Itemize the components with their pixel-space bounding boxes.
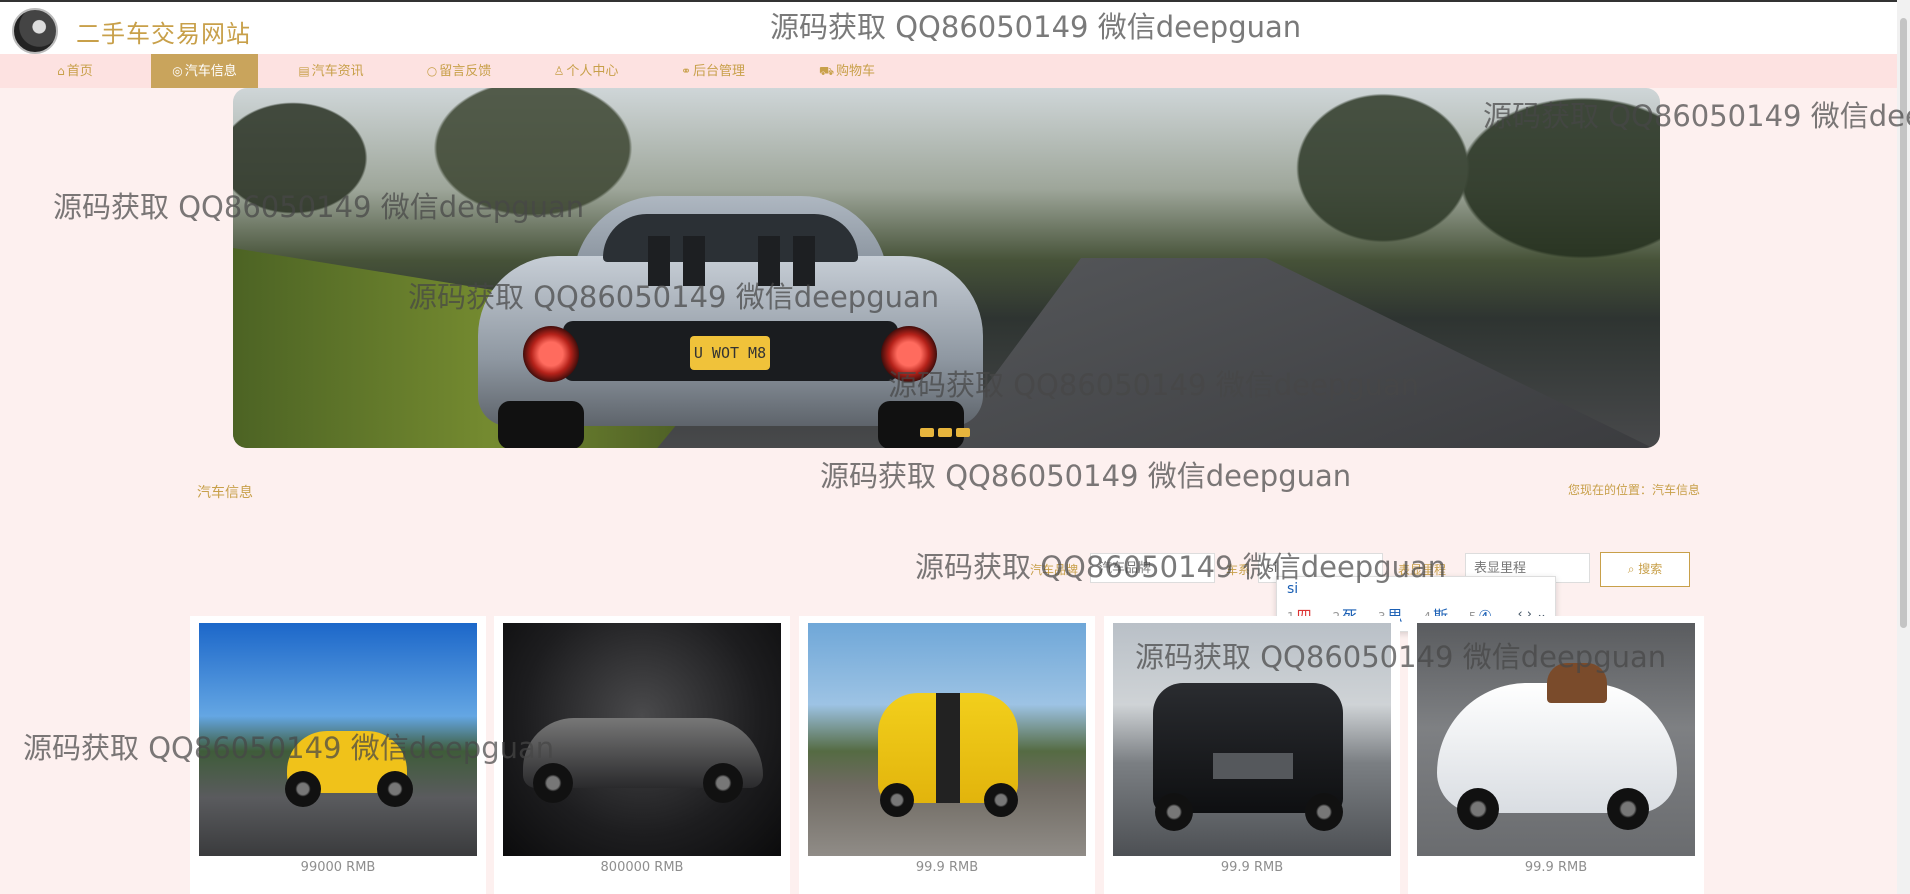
car-wheel [533, 763, 573, 803]
main-nav: ⌂ 首页 ◎ 汽车信息 ▤ 汽车资讯 ○ 留言反馈 ♙ 个人中心 ⚭ 后台管理 ⛟ 购物车 [0, 54, 1897, 88]
car-price: 800000 RMB [600, 860, 684, 875]
carousel-dot[interactable] [920, 428, 934, 437]
car-wheel [703, 763, 743, 803]
watermark: 源码获取 QQ86050149 微信deepguan [408, 280, 940, 314]
watermark: 源码获取 QQ86050149 微信deepguan [1483, 99, 1910, 133]
license-plate: U WOT M8 [690, 336, 770, 370]
car-price: 99.9 RMB [915, 860, 979, 875]
section-title: 汽车信息 [197, 485, 253, 501]
car-shape [1153, 683, 1343, 813]
banner-car-image: U WOT M8 [478, 196, 983, 448]
car-wheel [1305, 793, 1343, 831]
watermark: 源码获取 QQ86050149 微信deepguan [820, 459, 1352, 493]
watermark: 源码获取 QQ86050149 微信deepguan [1135, 640, 1667, 674]
car-taillight [523, 326, 579, 382]
car-card[interactable]: 99.9 RMB [799, 616, 1095, 894]
user-icon: ♙ [553, 64, 565, 78]
nav-item-car-news[interactable]: ▤ 汽车资讯 [290, 54, 372, 88]
chat-icon: ○ [426, 64, 438, 78]
car-wheel [285, 771, 321, 807]
car-stripe [936, 693, 960, 803]
breadcrumb: 您现在的位置：汽车信息 [1567, 483, 1700, 497]
nav-item-feedback[interactable]: ○ 留言反馈 [418, 54, 500, 88]
cart-icon: ⛟ [818, 64, 835, 78]
car-rear-window [603, 214, 858, 262]
nav-item-admin[interactable]: ⚭ 后台管理 [672, 54, 754, 88]
nav-item-profile[interactable]: ♙ 个人中心 [545, 54, 627, 88]
car-wheel [984, 783, 1018, 817]
car-wheel [1607, 788, 1649, 830]
nav-item-cart[interactable]: ⛟ 购物车 [812, 54, 882, 88]
site-title[interactable]: 二手车交易网站 [76, 14, 251, 49]
car-wheel [1155, 793, 1193, 831]
car-wheel [880, 783, 914, 817]
home-icon: ⌂ [57, 64, 65, 78]
watermark: 源码获取 QQ86050149 微信deepguan [915, 550, 1447, 584]
car-price: 99000 RMB [300, 860, 376, 875]
nav-item-home[interactable]: ⌂ 首页 [40, 54, 110, 88]
carousel-indicators [920, 422, 974, 441]
link-icon: ⚭ [680, 64, 692, 78]
car-image-yellow-camaro[interactable] [808, 623, 1086, 856]
watermark: 源码获取 QQ86050149 微信deepguan [888, 368, 1420, 402]
nav-item-car-info[interactable]: ◎ 汽车信息 [151, 54, 258, 88]
watermark: 源码获取 QQ86050149 微信deepguan [770, 10, 1302, 44]
watermark: 源码获取 QQ86050149 微信deepguan [23, 731, 555, 765]
site-logo[interactable] [12, 8, 58, 54]
carousel-dot[interactable] [956, 428, 970, 437]
watermark: 源码获取 QQ86050149 微信deepguan [53, 190, 585, 224]
carousel-dot[interactable] [938, 428, 952, 437]
car-tire [498, 401, 584, 448]
news-icon: ▤ [298, 64, 310, 78]
car-price: 99.9 RMB [1220, 860, 1284, 875]
search-icon: ⌕ [1627, 562, 1639, 576]
compass-icon: ◎ [172, 64, 183, 78]
car-grille [1213, 753, 1293, 779]
car-wheel [1457, 788, 1499, 830]
car-price: 99.9 RMB [1524, 860, 1588, 875]
car-wheel [377, 771, 413, 807]
search-button[interactable]: ⌕ 搜索 [1600, 552, 1690, 587]
